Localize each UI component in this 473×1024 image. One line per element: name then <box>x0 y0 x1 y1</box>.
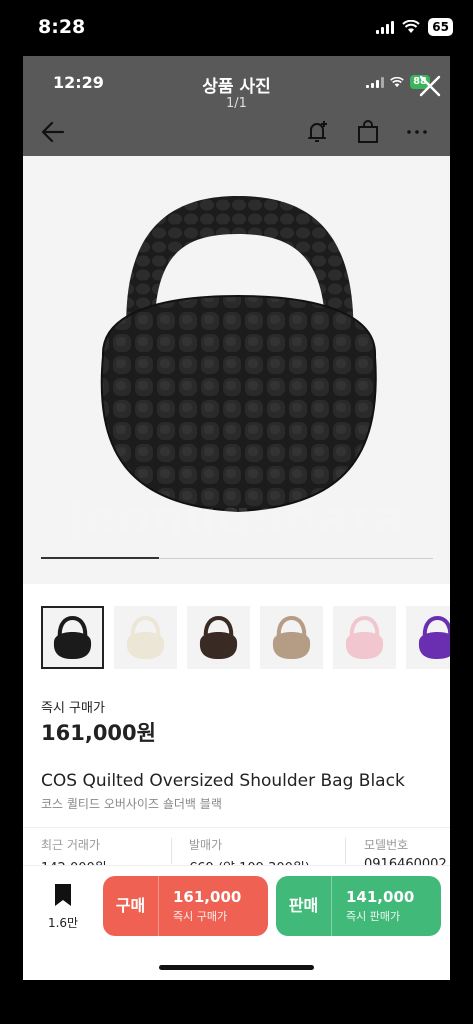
stat-label: 발매가 <box>189 838 223 852</box>
stat-release-price: 발매가 €69 (약 109,300원) <box>189 836 310 865</box>
color-thumbnail[interactable] <box>406 606 450 669</box>
color-thumbnail[interactable] <box>114 606 177 669</box>
bag-thumbnail-image <box>126 615 165 659</box>
bag-thumbnail-image <box>272 615 311 659</box>
sell-button-price: 141,000 <box>346 888 415 906</box>
photo-counter: 1/1 <box>226 96 247 111</box>
wifi-icon <box>402 20 420 33</box>
stat-model-number: 모델번호 0916460002 <box>364 836 447 865</box>
color-thumbnail[interactable] <box>41 606 104 669</box>
stat-divider <box>345 838 346 864</box>
bookmark-button[interactable]: 1.6만 <box>41 878 85 934</box>
bag-thumbnail-image <box>53 615 92 659</box>
color-thumbnail[interactable] <box>333 606 396 669</box>
bookmark-count: 1.6만 <box>47 916 79 930</box>
stat-divider <box>171 838 172 864</box>
thumbnail-strip <box>41 606 450 670</box>
sell-button-label: 판매 <box>276 876 332 936</box>
photo-viewer: 12:29 88 상품 사진 1/1 Joonggonara 즉시 구매가 16… <box>23 56 450 980</box>
stat-value: 0916460002 <box>364 857 447 865</box>
status-time: 8:28 <box>38 16 86 38</box>
close-icon[interactable] <box>416 72 444 100</box>
more-options-icon[interactable] <box>403 118 431 146</box>
instant-buy-price-label: 즉시 구매가 <box>41 701 105 716</box>
stat-recent-trade: 최근 거래가 142,000원 <box>41 836 107 865</box>
image-progress-bar <box>41 557 433 559</box>
stat-value: €69 (약 109,300원) <box>189 857 310 865</box>
bag-thumbnail-image <box>418 615 450 659</box>
sell-button[interactable]: 판매 141,000 즉시 판매가 <box>276 876 441 936</box>
product-price: 161,000원 <box>41 721 156 745</box>
notification-bell-add-icon[interactable] <box>303 118 331 146</box>
stat-label: 모델번호 <box>364 838 409 852</box>
status-icons: 65 <box>376 18 453 36</box>
cellular-signal-icon <box>376 20 395 34</box>
product-image[interactable]: Joonggonara <box>23 156 450 584</box>
color-thumbnail[interactable] <box>260 606 323 669</box>
buy-button-price: 161,000 <box>173 888 242 906</box>
app-toolbar <box>23 106 450 156</box>
battery-level: 65 <box>428 18 453 36</box>
bottom-action-bar: 1.6만 구매 161,000 즉시 구매가 판매 141,000 즉시 판매가 <box>23 865 450 950</box>
product-title-korean: 코스 퀼티드 오버사이즈 숄더백 블랙 <box>41 797 222 811</box>
product-title-english: COS Quilted Oversized Shoulder Bag Black <box>41 771 405 791</box>
product-stats: 최근 거래가 142,000원 발매가 €69 (약 109,300원) 모델번… <box>23 827 450 865</box>
bag-thumbnail-image <box>199 615 238 659</box>
shopping-bag-icon[interactable] <box>354 118 382 146</box>
outer-status-bar: 8:28 65 <box>0 0 473 56</box>
home-indicator <box>159 965 314 970</box>
bookmark-icon <box>55 884 71 906</box>
sell-button-sublabel: 즉시 판매가 <box>346 910 401 923</box>
back-arrow-icon[interactable] <box>39 118 67 146</box>
stat-value: 142,000원 <box>41 857 107 865</box>
buy-button-label: 구매 <box>103 876 159 936</box>
buy-button-sublabel: 즉시 구매가 <box>173 910 228 923</box>
image-progress-fill <box>41 557 159 559</box>
buy-button[interactable]: 구매 161,000 즉시 구매가 <box>103 876 268 936</box>
watermark: Joonggonara <box>66 491 407 545</box>
color-thumbnail[interactable] <box>187 606 250 669</box>
viewer-title: 상품 사진 <box>202 77 271 97</box>
stat-label: 최근 거래가 <box>41 838 101 852</box>
bag-thumbnail-image <box>345 615 384 659</box>
